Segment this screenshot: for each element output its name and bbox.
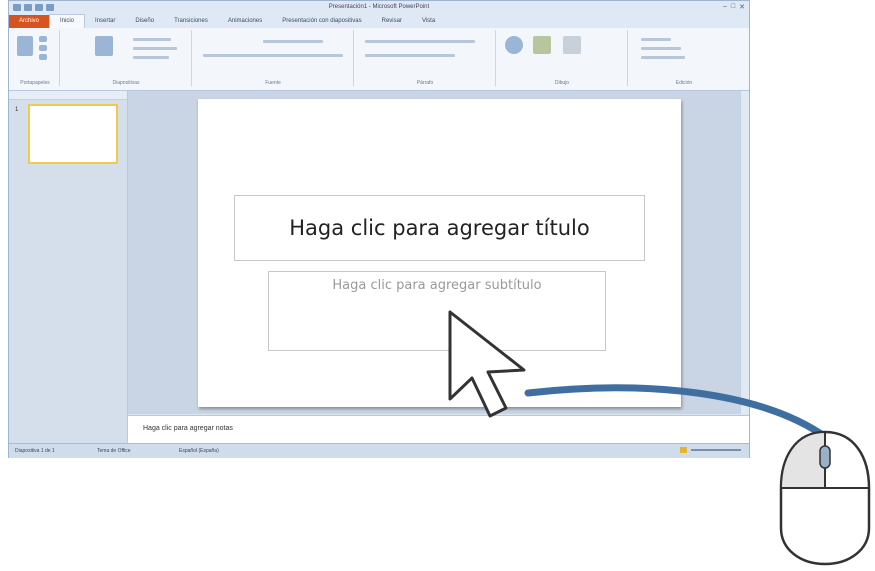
mouse-pointer-icon [448,310,526,418]
computer-mouse-icon [779,430,871,566]
mouse-cable [524,384,831,442]
